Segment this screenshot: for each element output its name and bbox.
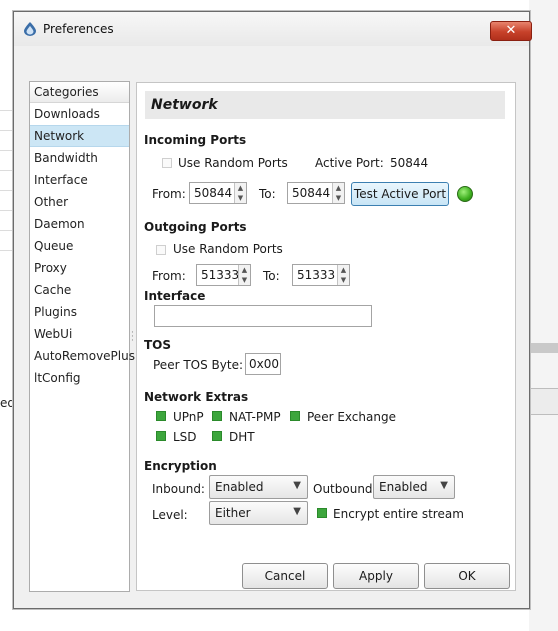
interface-input[interactable] bbox=[154, 305, 372, 327]
dht-label: DHT bbox=[229, 430, 255, 444]
cancel-button[interactable]: Cancel bbox=[242, 563, 328, 589]
lsd-checkbox[interactable] bbox=[156, 431, 166, 441]
inbound-label: Inbound: bbox=[152, 482, 205, 496]
category-webui[interactable]: WebUi bbox=[30, 323, 129, 345]
outbound-value: Enabled bbox=[379, 480, 428, 494]
category-network[interactable]: Network bbox=[30, 125, 129, 147]
outgoing-from-value: 51333 bbox=[201, 268, 240, 282]
incoming-to-spinbox[interactable]: 50844 ▲ ▼ bbox=[287, 182, 345, 204]
peer-exchange-label: Peer Exchange bbox=[307, 410, 396, 424]
network-panel: Network Incoming Ports Use Random Ports … bbox=[136, 82, 516, 591]
upnp-checkbox[interactable] bbox=[156, 411, 166, 421]
outgoing-ports-heading: Outgoing Ports bbox=[144, 220, 247, 234]
level-label: Level: bbox=[152, 508, 188, 522]
deluge-drop-icon bbox=[24, 22, 36, 36]
dialog-body: Categories Downloads Network Bandwidth I… bbox=[14, 46, 529, 608]
upnp-label: UPnP bbox=[173, 410, 204, 424]
category-autoremoveplus[interactable]: AutoRemovePlus bbox=[30, 345, 135, 367]
window-title: Preferences bbox=[43, 22, 114, 36]
lsd-label: LSD bbox=[173, 430, 197, 444]
interface-heading: Interface bbox=[144, 289, 206, 303]
peer-tos-label: Peer TOS Byte: bbox=[153, 358, 243, 372]
outgoing-to-value: 51333 bbox=[297, 268, 336, 282]
apply-button[interactable]: Apply bbox=[333, 563, 419, 589]
category-queue[interactable]: Queue bbox=[30, 235, 129, 257]
outbound-label: Outbound: bbox=[313, 482, 377, 496]
natpmp-checkbox[interactable] bbox=[212, 411, 222, 421]
incoming-to-label: To: bbox=[259, 187, 276, 201]
natpmp-label: NAT-PMP bbox=[229, 410, 281, 424]
spin-arrows-icon[interactable]: ▲ ▼ bbox=[238, 265, 250, 285]
port-status-ok-icon bbox=[457, 186, 473, 202]
incoming-from-spinbox[interactable]: 50844 ▲ ▼ bbox=[189, 182, 247, 204]
peer-tos-value: 0x00 bbox=[249, 357, 280, 371]
incoming-random-ports-checkbox[interactable] bbox=[162, 158, 172, 168]
encryption-heading: Encryption bbox=[144, 459, 217, 473]
spin-arrows-icon[interactable]: ▲ ▼ bbox=[332, 183, 344, 203]
network-extras-heading: Network Extras bbox=[144, 390, 249, 404]
incoming-random-ports-label: Use Random Ports bbox=[178, 156, 288, 170]
category-cache[interactable]: Cache bbox=[30, 279, 129, 301]
inbound-value: Enabled bbox=[215, 480, 264, 494]
tos-heading: TOS bbox=[144, 338, 172, 352]
background-app bbox=[529, 0, 558, 631]
outgoing-from-label: From: bbox=[152, 269, 186, 283]
category-other[interactable]: Other bbox=[30, 191, 129, 213]
close-button[interactable]: ✕ bbox=[490, 21, 532, 41]
dropdown-arrow-icon: ▼ bbox=[293, 506, 301, 517]
categories-list[interactable]: Categories Downloads Network Bandwidth I… bbox=[29, 81, 135, 592]
title-bar[interactable]: Preferences ✕ bbox=[14, 12, 532, 46]
category-proxy[interactable]: Proxy bbox=[30, 257, 129, 279]
background-tabbar bbox=[529, 388, 558, 415]
dropdown-arrow-icon: ▼ bbox=[440, 480, 448, 491]
inbound-select[interactable]: Enabled ▼ bbox=[209, 475, 308, 499]
peer-tos-input[interactable]: 0x00 bbox=[245, 353, 281, 375]
spin-arrows-icon[interactable]: ▲ ▼ bbox=[337, 265, 349, 285]
ok-button[interactable]: OK bbox=[424, 563, 510, 589]
category-daemon[interactable]: Daemon bbox=[30, 213, 129, 235]
outgoing-to-spinbox[interactable]: 51333 ▲ ▼ bbox=[292, 264, 350, 286]
test-active-port-button[interactable]: Test Active Port bbox=[351, 182, 449, 206]
encrypt-stream-checkbox[interactable] bbox=[317, 508, 327, 518]
incoming-to-value: 50844 bbox=[292, 186, 331, 200]
outgoing-to-label: To: bbox=[263, 269, 280, 283]
category-downloads[interactable]: Downloads bbox=[30, 103, 129, 125]
active-port-label: Active Port: bbox=[315, 156, 384, 170]
category-ltconfig[interactable]: ltConfig bbox=[30, 367, 129, 389]
encrypt-stream-label: Encrypt entire stream bbox=[333, 507, 464, 521]
background-splitter bbox=[529, 343, 558, 353]
dropdown-arrow-icon: ▼ bbox=[293, 480, 301, 491]
outgoing-random-ports-checkbox[interactable] bbox=[156, 245, 166, 255]
dht-checkbox[interactable] bbox=[212, 431, 222, 441]
level-value: Either bbox=[215, 506, 251, 520]
spin-arrows-icon[interactable]: ▲ ▼ bbox=[234, 183, 246, 203]
pane-splitter-handle[interactable]: · · · bbox=[131, 329, 135, 346]
outgoing-from-spinbox[interactable]: 51333 ▲ ▼ bbox=[196, 264, 251, 286]
outbound-select[interactable]: Enabled ▼ bbox=[373, 475, 455, 499]
outgoing-random-ports-label: Use Random Ports bbox=[173, 242, 283, 256]
category-interface[interactable]: Interface bbox=[30, 169, 129, 191]
panel-title: Network bbox=[145, 91, 505, 119]
incoming-from-label: From: bbox=[152, 187, 186, 201]
level-select[interactable]: Either ▼ bbox=[209, 501, 308, 525]
preferences-dialog: Preferences ✕ Categories Downloads Netwo… bbox=[13, 11, 532, 609]
incoming-from-value: 50844 bbox=[194, 186, 233, 200]
close-icon: ✕ bbox=[505, 23, 517, 38]
category-bandwidth[interactable]: Bandwidth bbox=[30, 147, 129, 169]
category-plugins[interactable]: Plugins bbox=[30, 301, 129, 323]
incoming-ports-heading: Incoming Ports bbox=[144, 133, 247, 147]
categories-header: Categories bbox=[30, 82, 129, 103]
active-port-value: 50844 bbox=[390, 156, 429, 170]
peer-exchange-checkbox[interactable] bbox=[290, 411, 300, 421]
